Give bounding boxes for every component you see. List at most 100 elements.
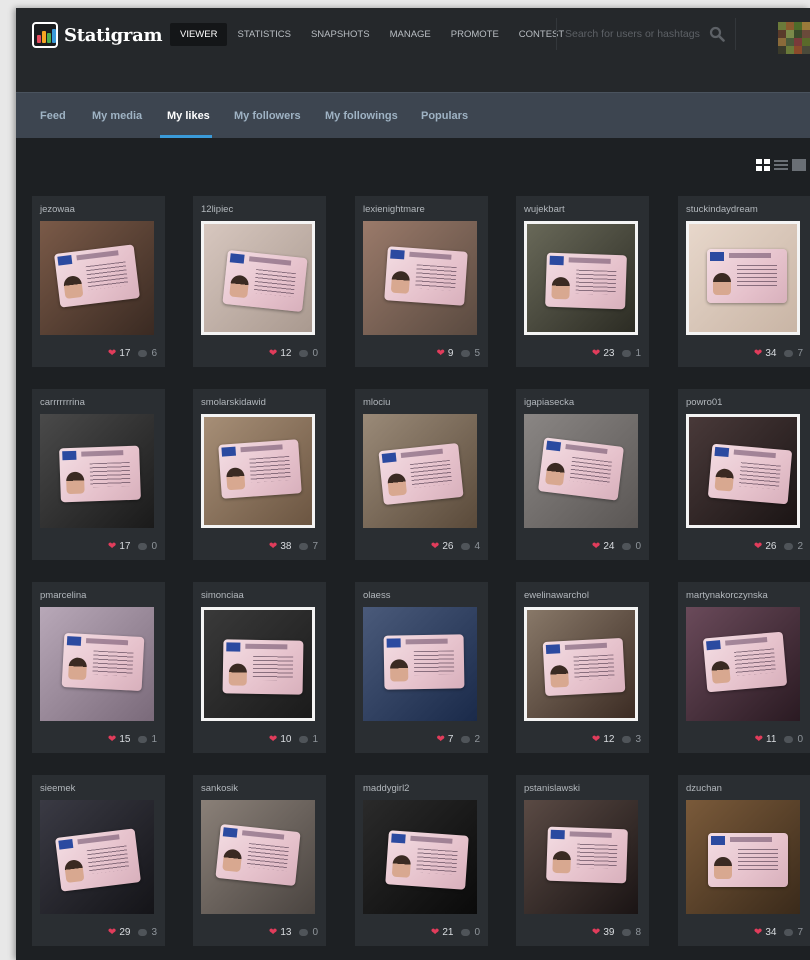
photo-username[interactable]: lexienightmare: [363, 204, 425, 215]
photo-card[interactable]: maddygirl2 ❤ 21 0: [355, 775, 488, 946]
heart-icon[interactable]: ❤: [108, 734, 116, 745]
photo-username[interactable]: martynakorczynska: [686, 590, 768, 601]
photo-username[interactable]: smolarskidawid: [201, 397, 266, 408]
photo-username[interactable]: dzuchan: [686, 783, 722, 794]
logo[interactable]: Statigram: [32, 22, 163, 48]
comment-icon[interactable]: [622, 543, 632, 550]
photo-image[interactable]: [363, 414, 477, 528]
photo-card[interactable]: sankosik ❤ 13 0: [193, 775, 326, 946]
photo-image[interactable]: [363, 800, 477, 914]
heart-icon[interactable]: ❤: [436, 734, 444, 745]
photo-image[interactable]: [524, 221, 638, 335]
photo-image[interactable]: [524, 607, 638, 721]
comment-icon[interactable]: [784, 736, 794, 743]
subnav-populars[interactable]: Populars: [421, 93, 468, 139]
nav-promote[interactable]: PROMOTE: [441, 23, 509, 46]
single-view-icon[interactable]: [792, 158, 806, 171]
heart-icon[interactable]: ❤: [269, 348, 277, 359]
photo-image[interactable]: [40, 800, 154, 914]
photo-card[interactable]: ewelinawarchol ❤ 12 3: [516, 582, 649, 753]
heart-icon[interactable]: ❤: [592, 348, 600, 359]
photo-card[interactable]: igapiasecka ❤ 24 0: [516, 389, 649, 560]
heart-icon[interactable]: ❤: [754, 927, 762, 938]
photo-image[interactable]: [201, 414, 315, 528]
photo-image[interactable]: [40, 607, 154, 721]
photo-card[interactable]: mlociu ❤ 26 4: [355, 389, 488, 560]
photo-card[interactable]: pstanislawski ❤ 39 8: [516, 775, 649, 946]
search-icon[interactable]: [709, 26, 725, 42]
photo-username[interactable]: powro01: [686, 397, 722, 408]
photo-username[interactable]: stuckindaydream: [686, 204, 758, 215]
subnav-my-followers[interactable]: My followers: [234, 93, 301, 139]
photo-card[interactable]: smolarskidawid ❤ 38 7: [193, 389, 326, 560]
subnav-my-likes[interactable]: My likes: [167, 93, 210, 139]
search-input[interactable]: [565, 28, 713, 40]
photo-username[interactable]: olaess: [363, 590, 390, 601]
photo-image[interactable]: [363, 607, 477, 721]
photo-image[interactable]: [686, 221, 800, 335]
comment-icon[interactable]: [299, 929, 309, 936]
subnav-my-followings[interactable]: My followings: [325, 93, 398, 139]
user-avatar[interactable]: [778, 22, 810, 54]
comment-icon[interactable]: [138, 929, 148, 936]
photo-card[interactable]: dzuchan ❤ 34 7: [678, 775, 810, 946]
photo-username[interactable]: sankosik: [201, 783, 238, 794]
heart-icon[interactable]: ❤: [754, 541, 762, 552]
photo-image[interactable]: [686, 414, 800, 528]
photo-image[interactable]: [201, 221, 315, 335]
photo-card[interactable]: olaess ❤ 7 2: [355, 582, 488, 753]
heart-icon[interactable]: ❤: [269, 541, 277, 552]
photo-username[interactable]: pstanislawski: [524, 783, 580, 794]
photo-card[interactable]: powro01 ❤ 26 2: [678, 389, 810, 560]
photo-card[interactable]: martynakorczynska ❤ 11 0: [678, 582, 810, 753]
comment-icon[interactable]: [784, 350, 794, 357]
comment-icon[interactable]: [622, 736, 632, 743]
photo-card[interactable]: simonciaa ❤ 10 1: [193, 582, 326, 753]
photo-username[interactable]: 12lipiec: [201, 204, 233, 215]
heart-icon[interactable]: ❤: [431, 927, 439, 938]
photo-username[interactable]: pmarcelina: [40, 590, 86, 601]
subnav-feed[interactable]: Feed: [40, 93, 66, 139]
photo-card[interactable]: jezowaa ❤ 17 6: [32, 196, 165, 367]
photo-image[interactable]: [40, 221, 154, 335]
comment-icon[interactable]: [461, 543, 471, 550]
photo-image[interactable]: [686, 800, 800, 914]
photo-image[interactable]: [363, 221, 477, 335]
photo-image[interactable]: [201, 800, 315, 914]
comment-icon[interactable]: [461, 350, 471, 357]
photo-card[interactable]: wujekbart ❤ 23 1: [516, 196, 649, 367]
heart-icon[interactable]: ❤: [754, 348, 762, 359]
nav-viewer[interactable]: VIEWER: [170, 23, 228, 46]
heart-icon[interactable]: ❤: [431, 541, 439, 552]
comment-icon[interactable]: [622, 350, 632, 357]
photo-username[interactable]: jezowaa: [40, 204, 75, 215]
photo-username[interactable]: mlociu: [363, 397, 390, 408]
photo-image[interactable]: [524, 800, 638, 914]
photo-card[interactable]: lexienightmare ❤ 9 5: [355, 196, 488, 367]
heart-icon[interactable]: ❤: [108, 541, 116, 552]
nav-snapshots[interactable]: SNAPSHOTS: [301, 23, 380, 46]
photo-username[interactable]: sieemek: [40, 783, 75, 794]
comment-icon[interactable]: [299, 736, 309, 743]
grid-view-icon[interactable]: [756, 158, 770, 171]
nav-statistics[interactable]: STATISTICS: [227, 23, 300, 46]
photo-username[interactable]: maddygirl2: [363, 783, 409, 794]
photo-image[interactable]: [524, 414, 638, 528]
nav-manage[interactable]: MANAGE: [380, 23, 441, 46]
photo-username[interactable]: igapiasecka: [524, 397, 574, 408]
photo-image[interactable]: [40, 414, 154, 528]
photo-username[interactable]: carrrrrrrina: [40, 397, 85, 408]
heart-icon[interactable]: ❤: [108, 927, 116, 938]
photo-card[interactable]: sieemek ❤ 29 3: [32, 775, 165, 946]
comment-icon[interactable]: [299, 543, 309, 550]
photo-card[interactable]: stuckindaydream ❤ 34 7: [678, 196, 810, 367]
comment-icon[interactable]: [138, 543, 148, 550]
comment-icon[interactable]: [138, 736, 148, 743]
heart-icon[interactable]: ❤: [108, 348, 116, 359]
heart-icon[interactable]: ❤: [592, 927, 600, 938]
comment-icon[interactable]: [138, 350, 148, 357]
heart-icon[interactable]: ❤: [592, 734, 600, 745]
photo-username[interactable]: ewelinawarchol: [524, 590, 589, 601]
photo-card[interactable]: 12lipiec ❤ 12 0: [193, 196, 326, 367]
photo-card[interactable]: carrrrrrrina ❤ 17 0: [32, 389, 165, 560]
